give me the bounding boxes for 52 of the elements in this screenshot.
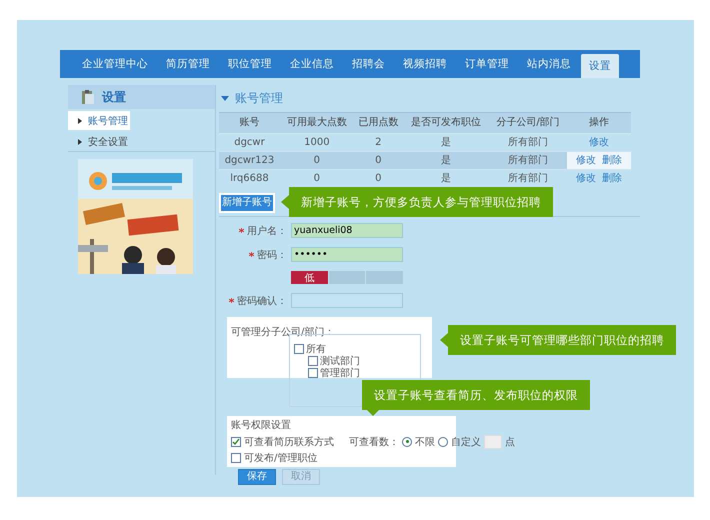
nav-tab[interactable]: 招聘会 — [344, 50, 393, 78]
count-label: 可查看数： — [349, 436, 399, 448]
input-field[interactable]: yuanxueli08 — [291, 223, 403, 238]
column-header: 是否可发布职位 — [402, 112, 490, 134]
cancel-button[interactable]: 取消 — [282, 469, 320, 485]
nav-tab[interactable]: 简历管理 — [158, 50, 218, 78]
callout: 设置子账号可管理哪些部门职位的招聘 — [448, 325, 676, 355]
column-header: 账号 — [219, 112, 280, 134]
nav-tab[interactable]: 设置 — [581, 54, 619, 78]
action-link[interactable]: 删除 — [602, 172, 622, 184]
unit-label: 点 — [505, 436, 515, 448]
column-header: 可用最大点数 — [280, 112, 354, 134]
table-cell: 0 — [354, 152, 403, 170]
callout: 新增子账号，方便多负责人参与管理职位招聘 — [289, 187, 553, 217]
column-header: 已用点数 — [354, 112, 403, 134]
table-cell: lrq6688 — [219, 170, 280, 187]
nav-tab[interactable]: 视频招聘 — [395, 50, 455, 78]
radio-label: 自定义 — [451, 436, 481, 448]
nav-tab[interactable]: 企业管理中心 — [74, 50, 156, 78]
sidebar-item[interactable]: 安全设置 — [68, 132, 215, 152]
action-link[interactable]: 删除 — [602, 154, 622, 166]
table-cell: 所有部门 — [489, 152, 567, 170]
nav-tab[interactable]: 订单管理 — [457, 50, 517, 78]
table-cell: 是 — [402, 152, 490, 170]
callout: 设置子账号查看简历、发布职位的权限 — [362, 380, 590, 410]
permission-heading: 账号权限设置 — [231, 418, 292, 432]
column-header: 分子公司/部门 — [489, 112, 567, 134]
field-label: 密码确认： — [237, 294, 287, 308]
column-header: 操作 — [566, 112, 631, 134]
option-label: 可发布/管理职位 — [244, 452, 318, 464]
input-field[interactable]: •••••• — [291, 247, 403, 262]
nav-tab[interactable]: 职位管理 — [220, 50, 280, 78]
department-label: 管理部门 — [320, 366, 360, 380]
nav-tab[interactable]: 站内消息 — [519, 50, 579, 78]
strength-meter: 低 — [291, 271, 403, 284]
field-label: 密码： — [257, 248, 287, 262]
department-label: 所有 — [306, 342, 326, 356]
radio-label: 不限 — [415, 436, 435, 448]
department-label: 测试部门 — [320, 354, 360, 368]
save-button[interactable]: 保存 — [238, 469, 276, 485]
nav-tab[interactable]: 企业信息 — [282, 50, 342, 78]
action-link[interactable]: 修改 — [588, 136, 609, 148]
add-subaccount-button[interactable]: 新增子账号 — [219, 193, 275, 213]
action-link[interactable]: 修改 — [576, 154, 596, 166]
action-link[interactable]: 修改 — [576, 172, 596, 184]
table-cell: 0 — [280, 152, 354, 170]
sidebar-title: 设置 — [102, 88, 126, 106]
field-label: 用户名： — [247, 224, 287, 238]
sidebar-item[interactable]: 账号管理 — [68, 111, 130, 130]
section-title: 账号管理 — [235, 90, 283, 106]
option-label: 可查看简历联系方式 — [244, 436, 334, 448]
table-cell: dgcwr123 — [219, 152, 280, 170]
